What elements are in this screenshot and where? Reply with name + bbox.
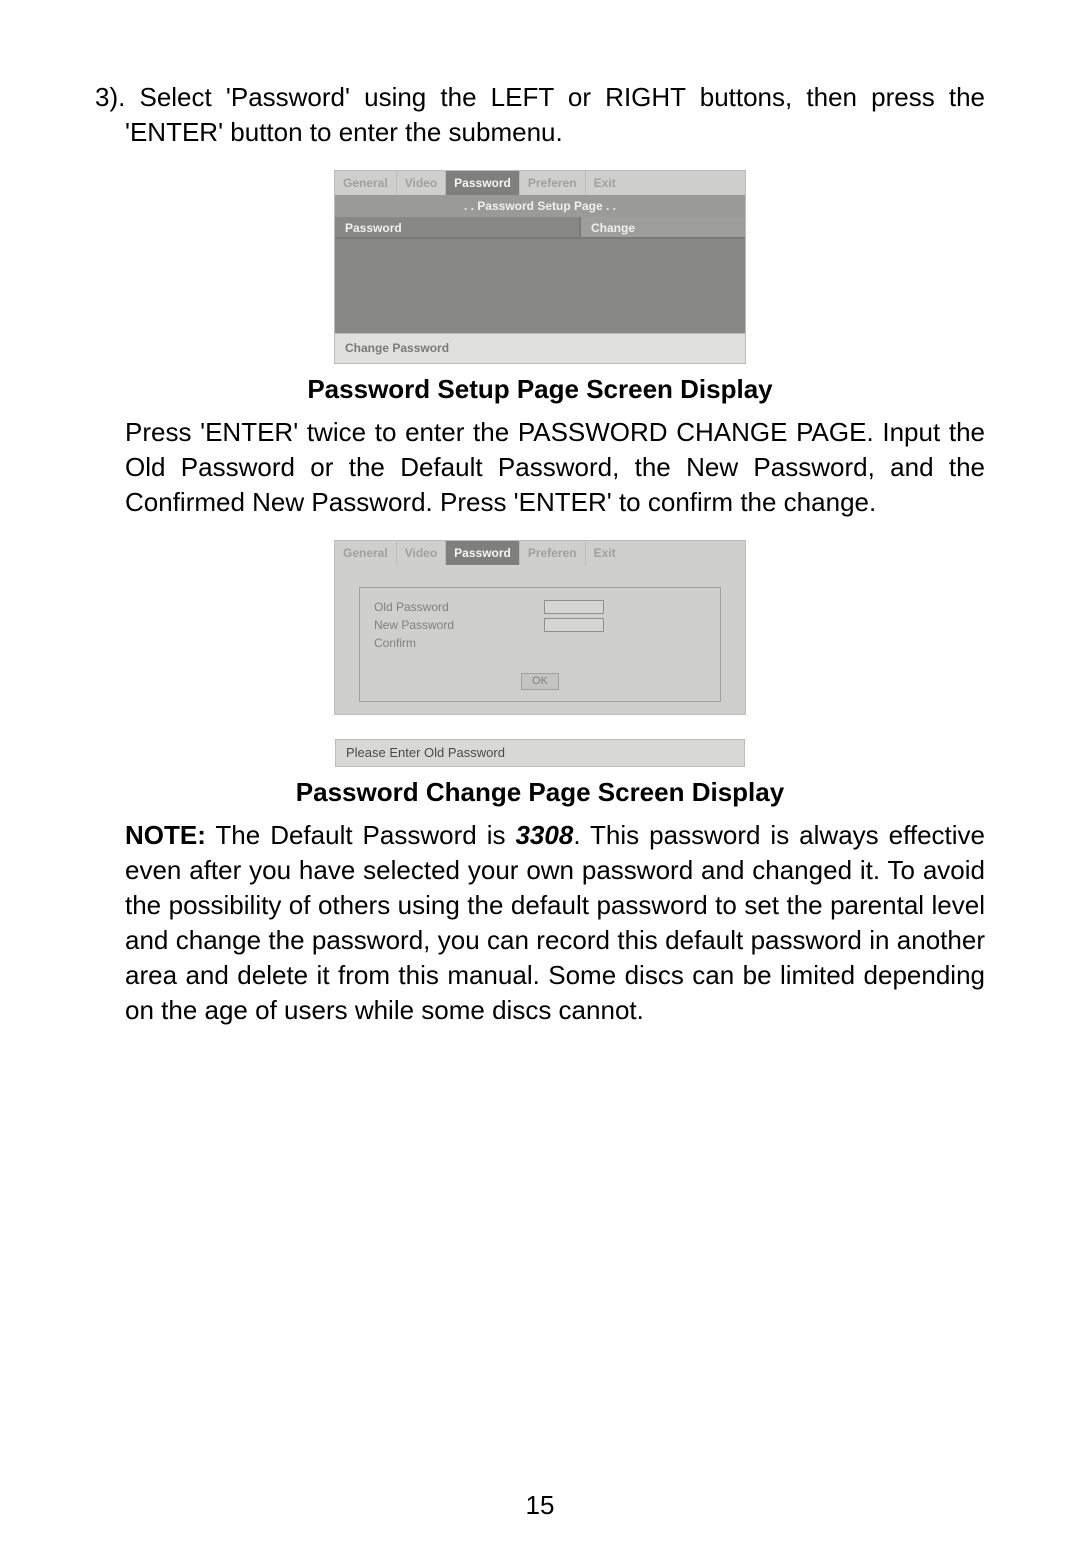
ok-button[interactable]: OK xyxy=(521,673,559,690)
tab-exit[interactable]: Exit xyxy=(586,171,624,195)
default-password: 3308 xyxy=(515,820,573,850)
tab-preferen-label: Preferen xyxy=(528,175,577,191)
password-change-page-screenshot: General Video Password Preferen Exit Old… xyxy=(334,540,746,715)
old-password-label: Old Password xyxy=(374,599,514,615)
note-paragraph: NOTE: The Default Password is 3308. This… xyxy=(125,818,985,1029)
caption-1: Password Setup Page Screen Display xyxy=(95,372,985,407)
tab2-general[interactable]: General xyxy=(335,541,397,565)
confirm-row: Confirm xyxy=(374,634,706,652)
tab2-exit-label: Exit xyxy=(594,545,616,561)
tab-video-label: Video xyxy=(405,175,437,191)
tab-general-label: General xyxy=(343,175,388,191)
tab2-preferen-label: Preferen xyxy=(528,545,577,561)
manual-page: 3). Select 'Password' using the LEFT or … xyxy=(0,0,1080,1563)
password-row[interactable]: Password Change xyxy=(335,217,745,239)
tab-exit-label: Exit xyxy=(594,175,616,191)
tab-preferen[interactable]: Preferen xyxy=(520,171,586,195)
ok-row: OK xyxy=(374,658,706,693)
change-status-bar: Please Enter Old Password xyxy=(335,739,745,767)
note-before-pwd: The Default Password is xyxy=(206,820,516,850)
password-row-label: Password xyxy=(335,217,581,239)
tab2-exit[interactable]: Exit xyxy=(586,541,624,565)
setup-title-bar: . . Password Setup Page . . xyxy=(335,195,745,217)
password-row-value: Change xyxy=(581,217,745,239)
change-tabs: General Video Password Preferen Exit xyxy=(335,541,745,565)
caption-2: Password Change Page Screen Display xyxy=(95,775,985,810)
note-after-pwd: . This password is always effective even… xyxy=(125,820,985,1025)
tab-password-label: Password xyxy=(454,175,511,191)
tab2-password-label: Password xyxy=(454,545,511,561)
tab2-password[interactable]: Password xyxy=(446,541,520,565)
change-body: Old Password New Password Confirm OK xyxy=(335,565,745,714)
tab-general[interactable]: General xyxy=(335,171,397,195)
screenshot-1-container: General Video Password Preferen Exit . .… xyxy=(95,170,985,363)
tab-video[interactable]: Video xyxy=(397,171,446,195)
note-prefix: NOTE: xyxy=(125,820,206,850)
tab-password[interactable]: Password xyxy=(446,171,520,195)
step-3-instruction: 3). Select 'Password' using the LEFT or … xyxy=(95,80,985,150)
new-password-label: New Password xyxy=(374,617,514,633)
setup-tabs: General Video Password Preferen Exit xyxy=(335,171,745,195)
old-password-field[interactable] xyxy=(544,600,604,614)
page-number: 15 xyxy=(0,1488,1080,1523)
old-password-row: Old Password xyxy=(374,598,706,616)
setup-body: Password Change xyxy=(335,217,745,333)
tab2-video[interactable]: Video xyxy=(397,541,446,565)
new-password-field[interactable] xyxy=(544,618,604,632)
tab2-video-label: Video xyxy=(405,545,437,561)
tab2-general-label: General xyxy=(343,545,388,561)
new-password-row: New Password xyxy=(374,616,706,634)
screenshot-2-stack: General Video Password Preferen Exit Old… xyxy=(334,540,746,767)
change-panel: Old Password New Password Confirm OK xyxy=(359,587,721,702)
paragraph-1: Press 'ENTER' twice to enter the PASSWOR… xyxy=(125,415,985,520)
setup-status-bar: Change Password xyxy=(335,333,745,362)
password-setup-page-screenshot: General Video Password Preferen Exit . .… xyxy=(334,170,746,363)
confirm-label: Confirm xyxy=(374,635,514,651)
step-3-text: 3). Select 'Password' using the LEFT or … xyxy=(95,82,985,147)
tab2-preferen[interactable]: Preferen xyxy=(520,541,586,565)
screenshot-2-container: General Video Password Preferen Exit Old… xyxy=(95,540,985,767)
